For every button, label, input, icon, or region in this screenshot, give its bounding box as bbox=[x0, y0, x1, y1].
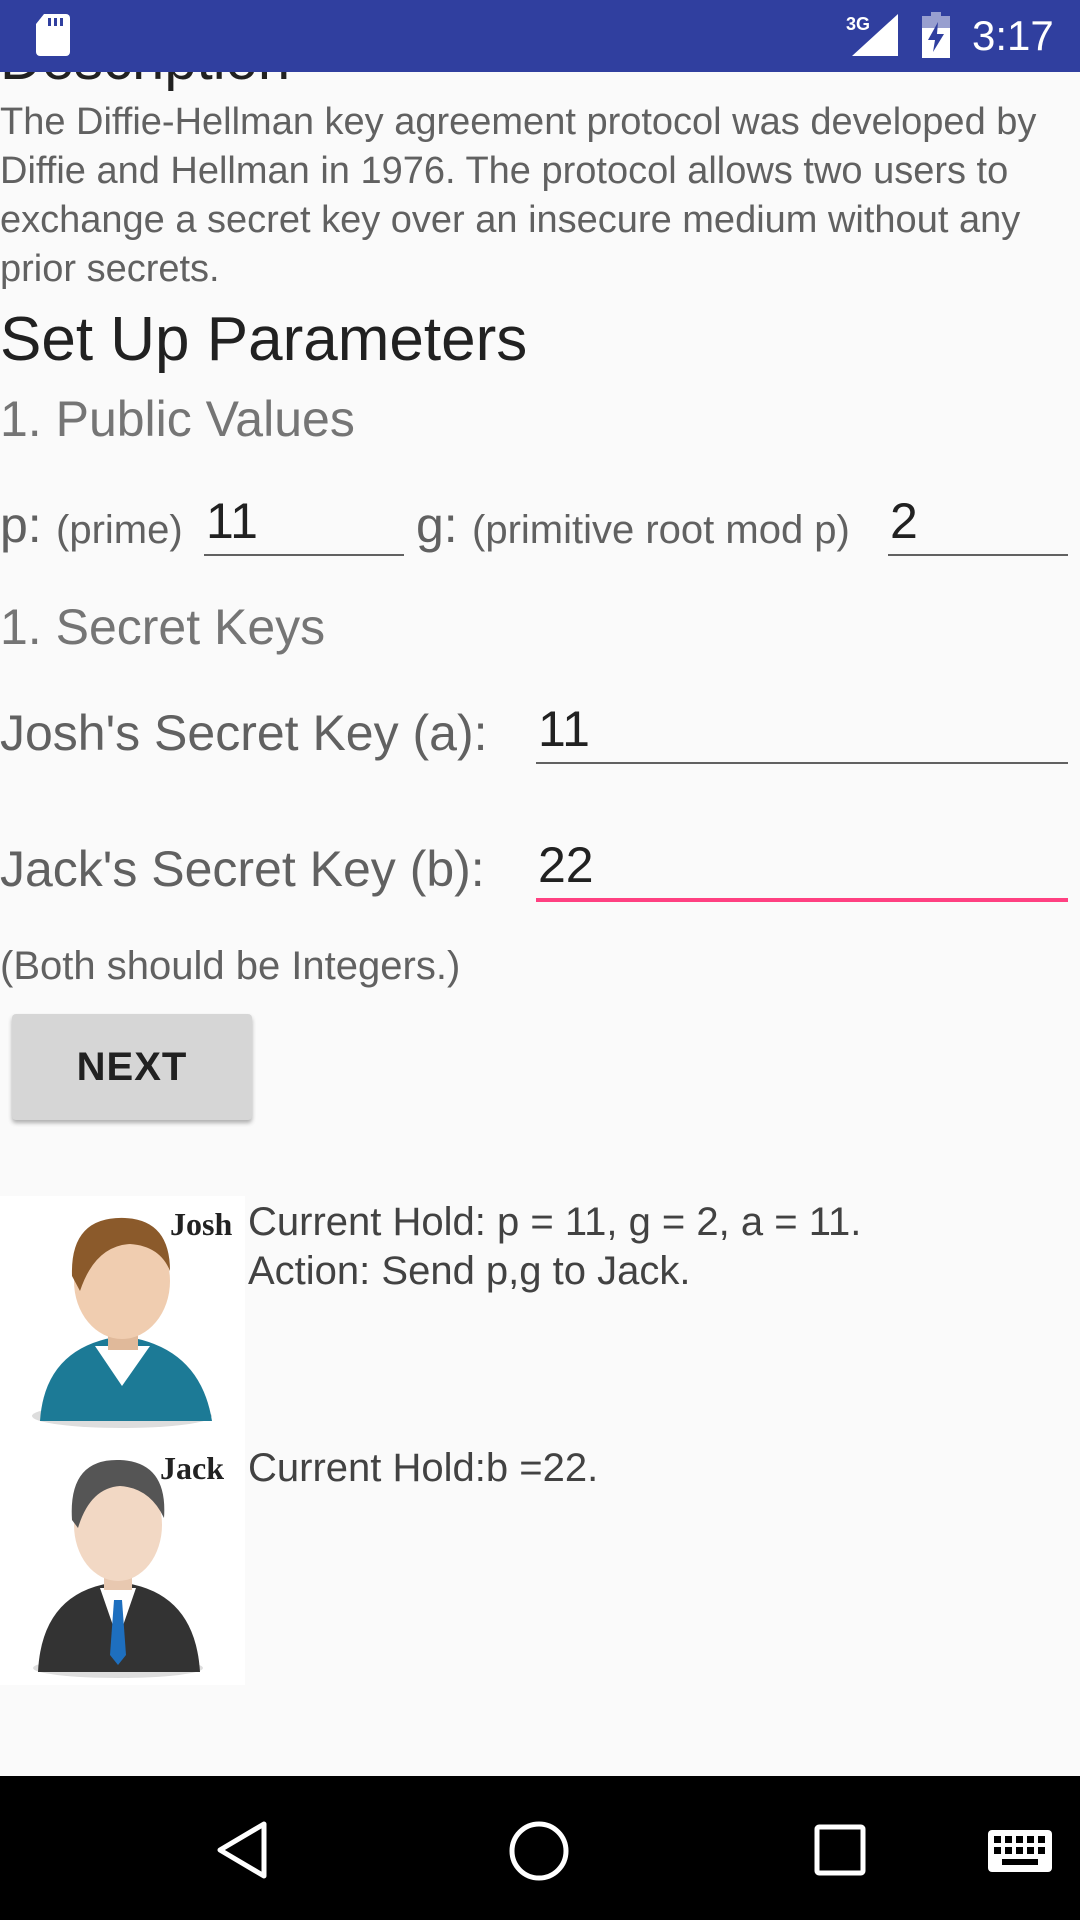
g-label: g: bbox=[416, 497, 458, 553]
g-input[interactable]: 2 bbox=[888, 492, 1068, 556]
home-icon[interactable] bbox=[508, 1820, 570, 1882]
description-heading: Description bbox=[0, 72, 290, 93]
signal-icon bbox=[852, 14, 898, 56]
status-bar: 3G 3:17 bbox=[0, 0, 1080, 72]
josh-hold-line2: Action: Send p,g to Jack. bbox=[248, 1249, 691, 1293]
next-button[interactable]: NEXT bbox=[12, 1014, 252, 1120]
secret-keys-label: 1. Secret Keys bbox=[0, 599, 326, 655]
back-icon[interactable] bbox=[214, 1820, 270, 1880]
clock: 3:17 bbox=[972, 12, 1054, 59]
public-values-label: 1. Public Values bbox=[0, 391, 355, 447]
description-text: The Diffie-Hellman key agreement protoco… bbox=[0, 101, 1037, 290]
josh-avatar: Josh bbox=[0, 1196, 245, 1441]
setup-title: Set Up Parameters bbox=[0, 305, 528, 374]
p-sublabel: (prime) bbox=[56, 508, 183, 552]
jack-key-label: Jack's Secret Key (b): bbox=[0, 841, 485, 897]
josh-hold-line1: Current Hold: p = 11, g = 2, a = 11. bbox=[248, 1200, 862, 1244]
josh-key-input[interactable]: 11 bbox=[536, 700, 1068, 764]
josh-name-label: Josh bbox=[170, 1206, 233, 1242]
sd-card-icon bbox=[36, 14, 70, 56]
keyboard-icon[interactable] bbox=[988, 1830, 1052, 1872]
jack-name-label: Jack bbox=[160, 1450, 224, 1486]
integer-hint: (Both should be Integers.) bbox=[0, 944, 461, 988]
jack-hold-line1: Current Hold:b =22. bbox=[248, 1446, 599, 1490]
josh-key-label: Josh's Secret Key (a): bbox=[0, 705, 488, 761]
p-input[interactable]: 11 bbox=[204, 492, 404, 556]
recents-icon[interactable] bbox=[814, 1824, 866, 1876]
jack-avatar: Jack bbox=[0, 1440, 245, 1685]
g-sublabel: (primitive root mod p) bbox=[472, 508, 850, 552]
main-content[interactable]: Description The Diffie-Hellman key agree… bbox=[0, 72, 1080, 1776]
jack-key-input[interactable]: 22 bbox=[536, 836, 1068, 902]
p-label: p: bbox=[0, 497, 42, 553]
navigation-bar bbox=[0, 1776, 1080, 1920]
battery-charging-icon bbox=[922, 12, 950, 58]
